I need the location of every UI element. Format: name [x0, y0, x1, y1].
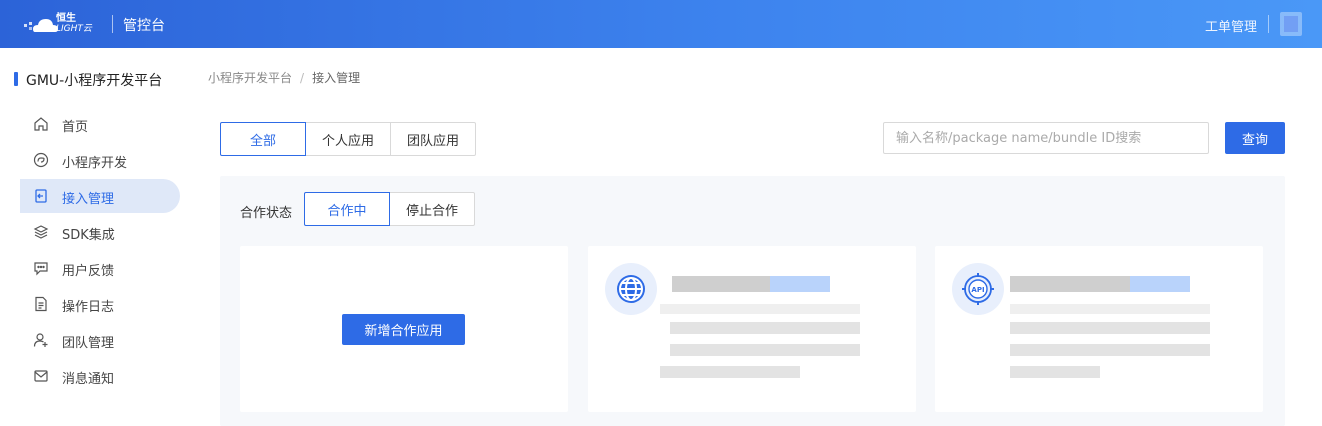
home-icon [34, 117, 48, 131]
tab-stopped-cooperation[interactable]: 停止合作 [389, 192, 475, 226]
blurred-detail-line [660, 304, 860, 314]
sidebar-item-notifications[interactable]: 消息通知 [20, 359, 180, 393]
sidebar-item-label: 用户反馈 [62, 264, 115, 279]
search-input[interactable] [883, 122, 1209, 154]
ticket-management-link[interactable]: 工单管理 [1205, 16, 1257, 35]
breadcrumb-parent[interactable]: 小程序开发平台 [208, 71, 292, 85]
sidebar-item-label: 小程序开发 [62, 156, 128, 171]
blurred-app-tag [770, 276, 830, 292]
blurred-detail-line [1010, 322, 1210, 334]
breadcrumb-separator: / [300, 71, 305, 85]
sidebar-item-home[interactable]: 首页 [20, 107, 180, 141]
header-divider-right [1268, 15, 1269, 33]
tab-personal-apps[interactable]: 个人应用 [305, 122, 391, 156]
platform-title: GMU-小程序开发平台 [14, 70, 162, 90]
logo-line2: LIGHT云 [56, 24, 92, 34]
document-icon [35, 296, 47, 312]
sidebar-item-sdk[interactable]: SDK集成 [20, 215, 180, 249]
sidebar-item-label: 消息通知 [62, 372, 115, 387]
feedback-icon [34, 262, 48, 276]
blurred-detail-line [1010, 344, 1210, 356]
add-cooperation-app-button[interactable]: 新增合作应用 [342, 314, 465, 345]
sidebar-item-label: 首页 [62, 120, 89, 135]
sidebar-item-feedback[interactable]: 用户反馈 [20, 251, 180, 285]
sidebar-item-label: 接入管理 [62, 192, 115, 207]
app-icon-badge: API [952, 263, 1004, 315]
logo-line1: 恒生 [56, 13, 76, 24]
layers-icon [33, 225, 49, 239]
breadcrumb-current: 接入管理 [312, 71, 361, 85]
console-title[interactable]: 管控台 [123, 15, 165, 35]
sidebar-item-operation-log[interactable]: 操作日志 [20, 287, 180, 321]
app-icon-badge [605, 263, 657, 315]
sidebar-item-team[interactable]: 团队管理 [20, 323, 180, 357]
breadcrumb: 小程序开发平台 / 接入管理 [208, 69, 360, 86]
team-icon [33, 333, 48, 347]
cooperation-status-tabs: 合作中 停止合作 [304, 192, 475, 226]
tab-team-apps[interactable]: 团队应用 [390, 122, 476, 156]
sidebar-item-miniapp-dev[interactable]: 小程序开发 [20, 143, 180, 177]
blurred-detail-line [670, 344, 860, 356]
app-type-tabs: 全部 个人应用 团队应用 [220, 122, 476, 156]
sidebar-item-label: SDK集成 [62, 228, 115, 243]
globe-icon [617, 275, 645, 303]
user-avatar[interactable] [1280, 12, 1302, 36]
access-icon [35, 189, 47, 203]
svg-text:API: API [971, 286, 984, 294]
blurred-detail-line [1010, 366, 1100, 378]
sidebar-item-access-management[interactable]: 接入管理 [20, 179, 180, 213]
top-header: 恒生 LIGHT云 管控台 工单管理 [0, 0, 1322, 48]
blurred-detail-line [670, 322, 860, 334]
blurred-app-name [672, 276, 770, 292]
miniapp-icon [33, 152, 49, 168]
tab-cooperating[interactable]: 合作中 [304, 192, 390, 226]
tab-all[interactable]: 全部 [220, 122, 306, 156]
blurred-app-name [1010, 276, 1130, 292]
cooperation-status-label: 合作状态 [240, 206, 293, 221]
blurred-detail-line [1010, 304, 1210, 314]
api-icon: API [962, 273, 994, 305]
sidebar-item-label: 操作日志 [62, 300, 115, 315]
mail-icon [34, 370, 48, 382]
blurred-detail-line [660, 366, 800, 378]
header-divider [112, 15, 113, 33]
sidebar-item-label: 团队管理 [62, 336, 115, 351]
blurred-app-tag [1130, 276, 1190, 292]
logo-text: 恒生 LIGHT云 [56, 13, 92, 35]
query-button[interactable]: 查询 [1225, 122, 1285, 154]
